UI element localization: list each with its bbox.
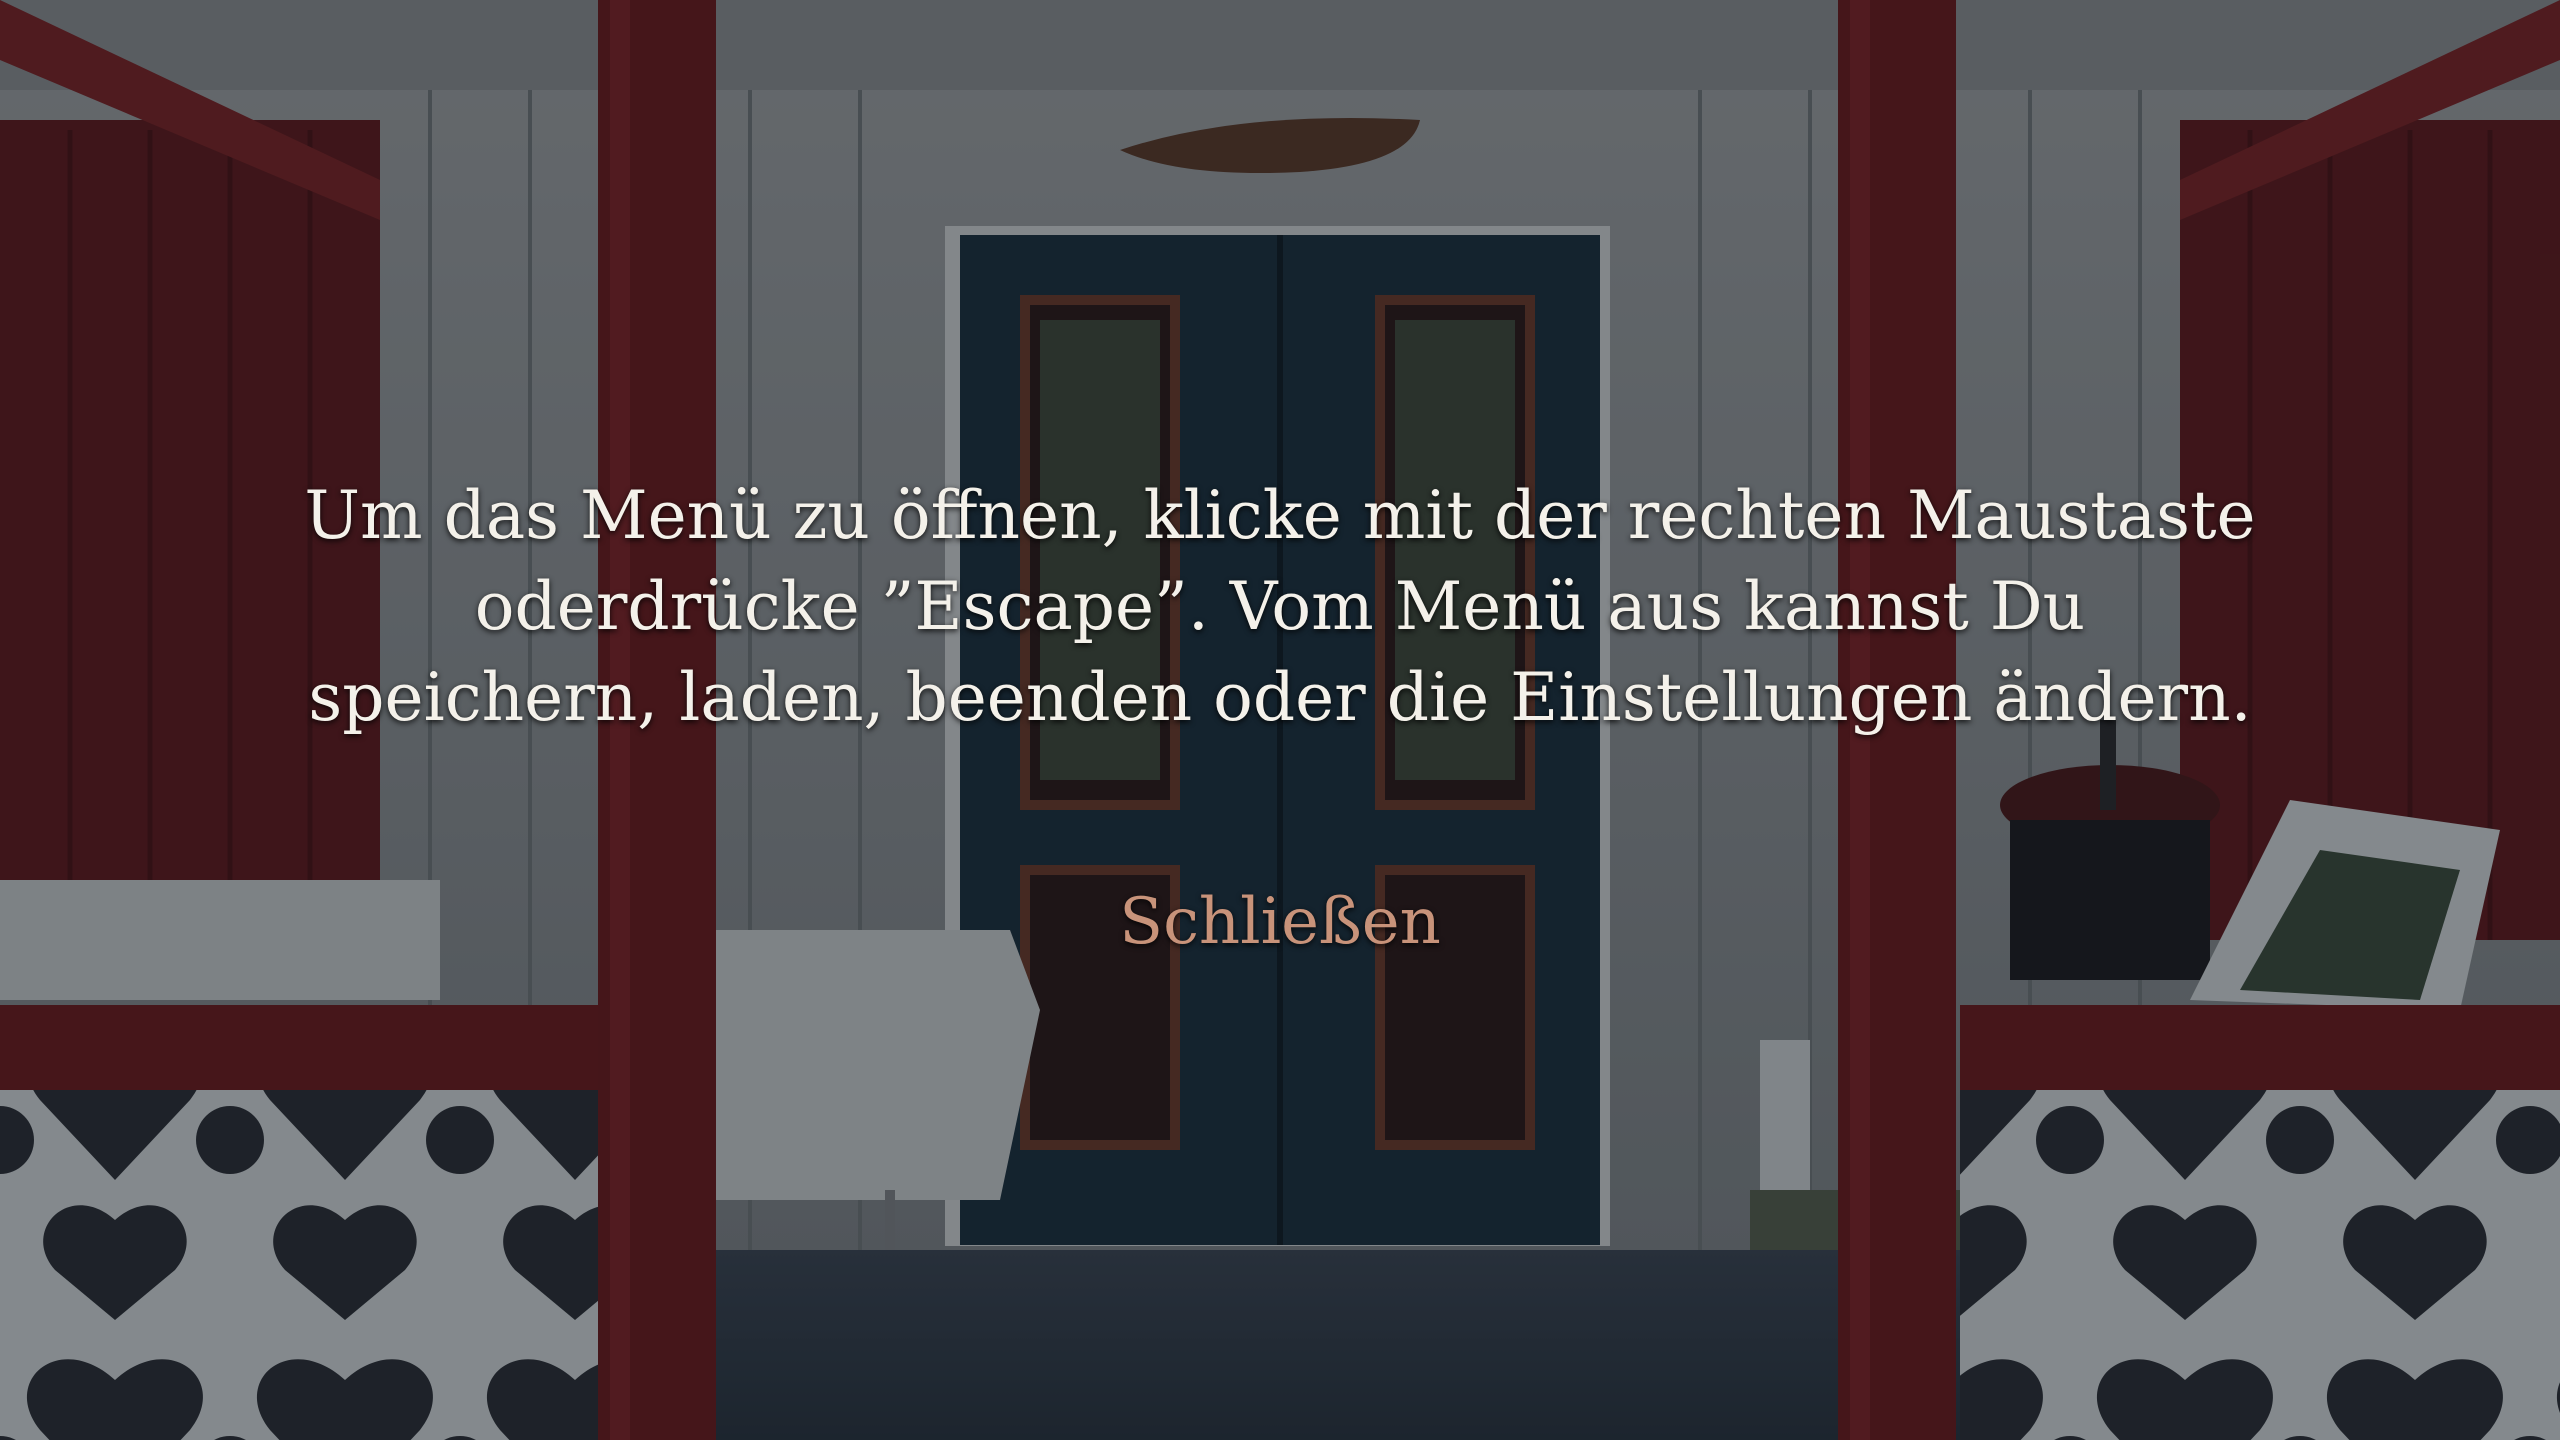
menu-hint-line: Um das Menü zu öffnen, klicke mit der re…: [304, 477, 2256, 554]
menu-hint-line: speichern, laden, beenden oder die Einst…: [308, 659, 2252, 736]
menu-hint-message: Um das Menü zu öffnen, klicke mit der re…: [280, 470, 2280, 743]
close-button[interactable]: Schließen: [1080, 872, 1480, 972]
menu-hint-line: oderdrücke ”Escape”. Vom Menü aus kannst…: [474, 568, 2086, 645]
game-screen: Um das Menü zu öffnen, klicke mit der re…: [0, 0, 2560, 1440]
